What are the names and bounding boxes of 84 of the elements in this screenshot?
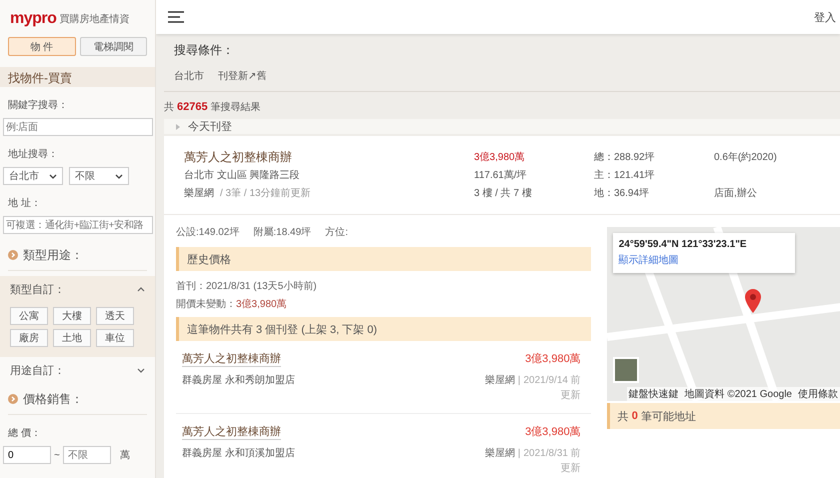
type-option[interactable]: 廠房 <box>10 329 48 347</box>
listing-source: 樂屋網 <box>184 186 214 200</box>
type-option[interactable]: 透天 <box>96 307 134 325</box>
results-label: 筆搜尋結果 <box>210 100 261 114</box>
sidebar-tab[interactable]: 電梯調閱 <box>80 37 147 56</box>
group-header[interactable]: 今天刊登 <box>164 119 840 134</box>
possible-address-label: 共 <box>618 410 629 424</box>
sidebar-tab[interactable]: 物 件 <box>8 37 76 56</box>
update-date: 2021/9/14 前更新 <box>523 375 581 401</box>
listing-price: 3億3,980萬 <box>524 352 581 367</box>
unit-price: 117.61萬/坪 <box>474 168 528 182</box>
condition-tag: 刊登新↗舊 <box>218 69 266 83</box>
section-title: 找物件-買賣 <box>0 67 155 87</box>
text-separator: | <box>518 375 520 386</box>
field-label: 地址搜尋： <box>7 148 59 161</box>
listing-source: 樂屋網 <box>484 448 515 459</box>
total-area: 總：288.92坪 <box>594 150 714 164</box>
condition-tag: 台北市 <box>174 69 204 83</box>
keyword-field[interactable]: 例:店面 <box>3 118 153 136</box>
map-attribution[interactable]: 鍵盤快速鍵 <box>628 387 679 401</box>
usage-info: 店面,辦公 <box>714 186 758 200</box>
listing-source: 樂屋網 <box>484 375 515 386</box>
max-price-field[interactable]: 不限 <box>62 446 111 464</box>
type-option[interactable]: 公寓 <box>10 307 48 325</box>
map-link[interactable]: 顯示詳細地圖 <box>618 253 679 267</box>
coordinates-text: 24°59'59.4"N 121°33'23.1"E <box>618 239 748 250</box>
map-placeholder[interactable]: 24°59'59.4"N 121°33'23.1"E 顯示詳細地圖 鍵盤快速鍵 地圖資料 ©2021 Google 使用條款 <box>606 227 840 401</box>
chevron-down-icon <box>49 174 57 178</box>
floor-info: 3 樓 / 共 7 樓 <box>474 186 533 200</box>
min-price-field[interactable]: 0 <box>3 446 51 464</box>
map-attribution[interactable]: 使用條款 <box>798 387 838 401</box>
possible-address-count: 0 <box>632 410 638 422</box>
price-change-label: 開價未變動： <box>176 299 236 310</box>
listing-price: 3億3,980萬 <box>474 150 526 164</box>
type-option[interactable]: 大樓 <box>53 307 91 325</box>
city-select[interactable]: 台北市 <box>3 167 63 185</box>
chevron-circle-icon <box>8 250 18 260</box>
usage-custom-toggle[interactable]: 用途自訂： <box>0 357 155 384</box>
listing-address: 台北市 文山區 興隆路三段 <box>184 168 301 182</box>
site-tagline: 買購房地產情資 <box>59 12 130 26</box>
field-label: 總 價： <box>7 427 42 440</box>
type-option[interactable]: 車位 <box>96 329 134 347</box>
satellite-thumbnail[interactable] <box>612 357 639 383</box>
listing-title-link[interactable]: 萬芳人之初整棟商辦 <box>182 424 281 440</box>
section-heading: 類型用途： <box>23 246 83 264</box>
agency-name: 群義房屋 永和秀朗加盟店 <box>182 374 296 388</box>
area-info: 附屬:18.49坪 <box>253 226 312 239</box>
type-option[interactable]: 土地 <box>53 329 91 347</box>
chevron-circle-icon <box>8 394 18 404</box>
listing-price: 3億3,980萬 <box>524 424 581 440</box>
results-count: 62765 <box>177 101 208 113</box>
price-unit: 萬 <box>120 448 130 462</box>
update-date: 2021/8/31 前更新 <box>523 448 581 474</box>
area-info: 方位: <box>325 226 348 239</box>
map-pin-icon <box>744 289 761 313</box>
section-banner: 歷史價格 <box>176 247 591 271</box>
login-link[interactable]: 登入 <box>814 10 836 24</box>
listing-title-link[interactable]: 萬芳人之初整棟商辦 <box>182 351 281 367</box>
price-change-value: 3億3,980萬 <box>236 299 287 310</box>
listing-meta: / 3筆 / 13分鐘前更新 <box>220 186 311 200</box>
address-field[interactable]: 可複選：通化街+臨江街+安和路 <box>3 216 153 234</box>
menu-icon <box>168 11 184 23</box>
listing-title[interactable]: 萬芳人之初整棟商辦 <box>184 148 474 166</box>
section-banner: 這筆物件共有 3 個刊登 (上架 3, 下架 0) <box>176 317 591 341</box>
logo-text: mypro <box>10 10 56 28</box>
field-label: 關鍵字搜尋： <box>7 98 69 112</box>
possible-address-label: 筆可能地址 <box>640 410 696 424</box>
main-area: 主：121.41坪 <box>594 168 714 182</box>
agency-name: 群義房屋 永和頂溪加盟店 <box>182 446 296 461</box>
results-label: 共 <box>164 100 174 114</box>
chevron-down-icon <box>115 174 123 178</box>
building-age: 0.6年(約2020) <box>714 151 778 164</box>
map-attribution[interactable]: 地圖資料 ©2021 Google <box>684 387 792 401</box>
caret-right-icon <box>176 124 180 130</box>
range-separator: ~ <box>54 450 60 460</box>
search-conditions-title: 搜尋條件： <box>174 42 235 59</box>
area-info: 公設:149.02坪 <box>176 226 240 239</box>
section-heading: 價格銷售： <box>23 390 83 408</box>
type-custom-toggle[interactable]: 類型自訂： <box>0 276 155 303</box>
land-area: 地：36.94坪 <box>594 186 714 200</box>
district-select[interactable]: 不限 <box>69 167 129 185</box>
field-label: 地 址： <box>7 196 42 210</box>
first-listed: 首刊：2021/8/31 (13天5小時前) <box>176 280 318 293</box>
text-separator: | <box>518 448 520 459</box>
